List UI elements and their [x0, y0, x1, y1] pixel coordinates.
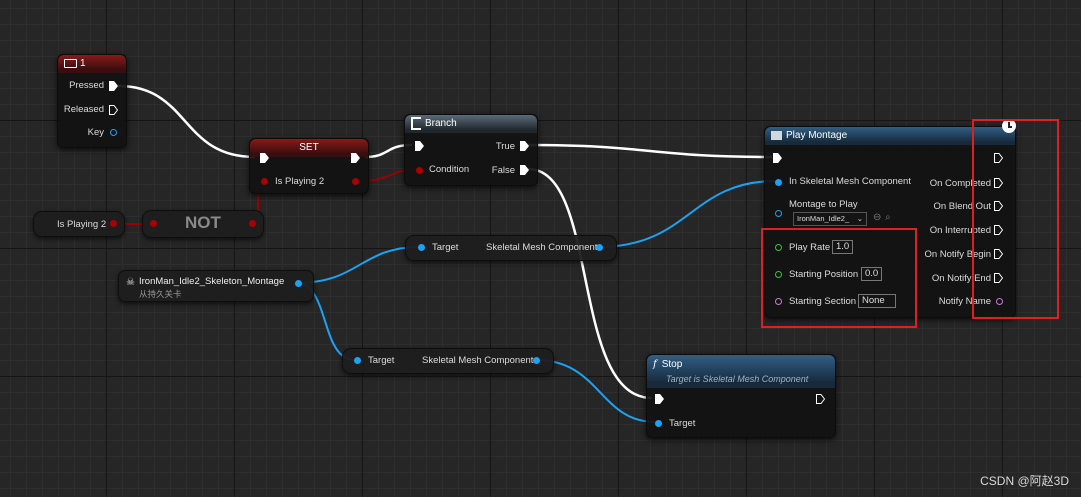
skeleton-icon: ☠ [126, 277, 135, 288]
exec-wire-pressed-set [117, 84, 256, 159]
not-out-pin[interactable] [249, 220, 256, 227]
highlight-box-input-params [761, 228, 917, 328]
not-node[interactable]: NOT [142, 210, 264, 238]
branch-condition-pin[interactable] [416, 167, 423, 174]
target2-out-pin[interactable] [533, 357, 540, 364]
branch-node[interactable]: Branch True Condition False [404, 114, 538, 186]
target2-output-label: Skeletal Mesh Component [422, 355, 534, 366]
montage-to-play-dropdown[interactable]: IronMan_Idle2_ ⌄ [793, 212, 867, 226]
stop-exec-out-pin[interactable] [816, 394, 825, 404]
stop-title: Stop [661, 359, 683, 370]
branch-true-label: True [495, 141, 515, 152]
key-event-node[interactable]: 1 Pressed Released Key [57, 54, 127, 148]
skeletal-mesh-target-node-1[interactable]: Target Skeletal Mesh Component [405, 235, 617, 261]
pressed-exec-pin[interactable] [109, 81, 118, 91]
watermark: CSDN @阿赵3D [980, 474, 1069, 488]
branch-false-pin[interactable] [520, 165, 529, 175]
target2-label: Target [368, 355, 395, 366]
play-montage-title: Play Montage [786, 130, 848, 141]
not-label: NOT [185, 213, 221, 232]
released-exec-pin[interactable] [109, 105, 118, 115]
branch-true-pin[interactable] [520, 141, 529, 151]
montage-asset-subtitle: 从持久关卡 [139, 289, 182, 299]
key-event-header: 1 [58, 55, 126, 73]
blueprint-graph-canvas[interactable]: 1 Pressed Released Key SET Is Playing 2 … [0, 0, 1081, 497]
set-exec-in-pin[interactable] [260, 153, 269, 163]
set-node-title: SET [299, 142, 319, 153]
target1-label: Target [432, 242, 459, 253]
set-variable-node[interactable]: SET Is Playing 2 [249, 138, 369, 194]
object-wire-target2-stop [535, 359, 656, 423]
pressed-label: Pressed [69, 80, 104, 91]
montage-asset-node[interactable]: ☠ IronMan_Idle2_Skeleton_Montage 从持久关卡 [118, 270, 314, 302]
key-event-title: 1 [80, 58, 86, 69]
target1-in-pin[interactable] [418, 244, 425, 251]
exec-wire-true-playmontage [527, 143, 773, 159]
stop-subtitle: Target is Skeletal Mesh Component [666, 374, 809, 384]
getter-bool-out-pin[interactable] [110, 220, 117, 227]
stop-exec-in-pin[interactable] [655, 394, 664, 404]
target2-in-pin[interactable] [354, 357, 361, 364]
montage-to-play-label: Montage to Play [789, 199, 858, 210]
montage-to-play-value: IronMan_Idle2_ [797, 214, 850, 223]
object-wire-target1-playmontage [597, 180, 777, 248]
browse-asset-icon[interactable]: ⊖ [873, 212, 881, 223]
stop-node[interactable]: f Stop Target is Skeletal Mesh Component … [646, 354, 836, 438]
branch-icon [411, 116, 421, 130]
play-montage-exec-in-pin[interactable] [773, 153, 782, 163]
montage-asset-name: IronMan_Idle2_Skeleton_Montage [139, 276, 285, 287]
search-icon[interactable]: ⌕ [885, 212, 891, 223]
key-label: Key [87, 127, 104, 138]
released-label: Released [63, 104, 104, 115]
keyboard-icon [64, 58, 77, 68]
stop-header: f Stop Target is Skeletal Mesh Component [647, 355, 835, 388]
montage-icon [771, 130, 782, 140]
target1-out-pin[interactable] [596, 244, 603, 251]
in-skel-label: In Skeletal Mesh Component [789, 176, 911, 187]
not-in-pin[interactable] [150, 220, 157, 227]
set-var-label: Is Playing 2 [275, 176, 325, 187]
branch-condition-label: Condition [429, 164, 470, 175]
branch-title: Branch [425, 118, 457, 129]
set-bool-in-pin[interactable] [261, 178, 268, 185]
chevron-down-icon: ⌄ [856, 214, 863, 223]
branch-header: Branch [405, 115, 537, 133]
is-playing-getter[interactable]: Is Playing 2 [33, 211, 125, 237]
set-exec-out-pin[interactable] [351, 153, 360, 163]
montage-to-play-pin[interactable] [775, 210, 782, 217]
highlight-box-output-pins [972, 119, 1059, 319]
in-skel-pin[interactable] [775, 179, 782, 186]
montage-asset-out-pin[interactable] [295, 280, 302, 287]
key-struct-pin[interactable] [110, 129, 117, 136]
branch-false-label: False [491, 165, 515, 176]
set-bool-out-pin[interactable] [352, 178, 359, 185]
stop-target-pin[interactable] [655, 420, 662, 427]
branch-exec-in-pin[interactable] [415, 141, 424, 151]
target1-output-label: Skeletal Mesh Component [486, 242, 598, 253]
object-wire-montage-target1 [295, 246, 421, 284]
stop-target-label: Target [669, 418, 696, 429]
skeletal-mesh-target-node-2[interactable]: Target Skeletal Mesh Component [342, 348, 554, 374]
function-icon: f [653, 359, 657, 370]
is-playing-getter-label: Is Playing 2 [57, 219, 107, 230]
